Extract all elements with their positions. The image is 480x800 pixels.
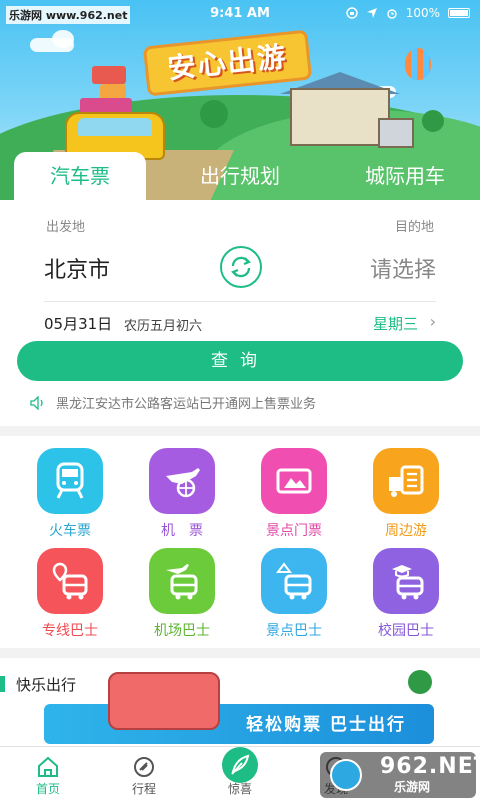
watermark-logo: 962.NET 乐游网	[320, 752, 480, 798]
lunar-date: 农历五月初六	[124, 319, 203, 334]
service-label: 景点巴士	[266, 623, 322, 639]
battery-icon	[448, 8, 470, 18]
tab-intercity-car[interactable]: 城际用车	[340, 152, 470, 200]
double-decker-bus-icon	[108, 672, 220, 730]
nav-label: 首页	[35, 782, 60, 796]
status-bar: 乐游网 www.962.net 9:41 AM 100%	[0, 0, 480, 28]
house-icon	[290, 88, 390, 146]
location-arrow-icon	[366, 8, 377, 18]
nav-home[interactable]: 首页	[0, 747, 96, 800]
status-indicators: 100%	[345, 6, 470, 20]
airport-bus-icon	[149, 548, 215, 614]
feather-icon	[222, 747, 258, 783]
nav-label: 行程	[131, 782, 156, 796]
services-grid: 火车票 机 票 景点门票 周边游 专线巴士 机场巴士 景点巴士 校园巴士	[0, 436, 480, 648]
service-nearby-tour[interactable]: 周边游	[356, 448, 456, 544]
happy-travel-section: 快乐出行 轻松购票 巴士出行	[0, 658, 480, 746]
lock-rotation-icon	[345, 7, 358, 19]
service-campus-bus[interactable]: 校园巴士	[356, 548, 456, 644]
train-icon	[37, 448, 103, 514]
tab-trip-planning[interactable]: 出行规划	[170, 152, 310, 200]
garage-icon	[378, 118, 414, 148]
tree-icon	[422, 110, 444, 132]
cloud	[52, 30, 74, 48]
plane-icon	[149, 448, 215, 514]
suitcase-icon	[373, 448, 439, 514]
tree-icon	[408, 670, 432, 694]
battery-percent: 100%	[405, 6, 440, 20]
campus-bus-icon	[373, 548, 439, 614]
destination-select[interactable]: 请选择	[370, 252, 436, 284]
chevron-right-icon: ›	[429, 312, 436, 331]
section-title: 快乐出行	[16, 676, 77, 694]
service-scenic-ticket[interactable]: 景点门票	[244, 448, 344, 544]
swap-cities-button[interactable]	[220, 246, 262, 288]
nav-label: 惊喜	[227, 782, 252, 796]
service-special-bus[interactable]: 专线巴士	[20, 548, 120, 644]
ticket-icon	[261, 448, 327, 514]
service-label: 机场巴士	[154, 623, 210, 639]
tab-bus-ticket[interactable]: 汽车票	[14, 152, 146, 200]
weekday: 星期三	[372, 315, 418, 333]
scenic-bus-icon	[261, 548, 327, 614]
luggage-icon	[92, 66, 126, 84]
service-label: 机 票	[161, 523, 203, 539]
tree-icon	[200, 100, 228, 128]
service-train-ticket[interactable]: 火车票	[20, 448, 120, 544]
notice-bar[interactable]: 黑龙江安达市公路客运站已开通网上售票业务	[30, 393, 316, 412]
notice-text: 黑龙江安达市公路客运站已开通网上售票业务	[56, 397, 317, 412]
destination-label: 目的地	[394, 220, 434, 235]
service-scenic-bus[interactable]: 景点巴士	[244, 548, 344, 644]
service-label: 专线巴士	[42, 623, 98, 639]
swap-icon	[231, 256, 251, 278]
watermark-text: 962.NET	[380, 754, 480, 779]
service-flight-ticket[interactable]: 机 票	[132, 448, 232, 544]
booking-card: 出发地 目的地 北京市 请选择 05月31日 农历五月初六 星期三 › 查询 黑…	[0, 200, 480, 426]
watermark-logo-icon	[330, 759, 362, 791]
service-label: 景点门票	[266, 523, 322, 539]
alarm-icon	[386, 9, 397, 19]
query-button[interactable]: 查询	[17, 341, 463, 381]
itinerary-icon	[134, 757, 154, 777]
promo-banner[interactable]: 轻松购票 巴士出行	[44, 704, 434, 744]
nav-itinerary[interactable]: 行程	[96, 747, 192, 800]
watermark-subtext: 乐游网	[394, 780, 431, 794]
date-picker-row[interactable]: 05月31日 农历五月初六 星期三 ›	[44, 302, 440, 342]
location-bus-icon	[37, 548, 103, 614]
departure-city[interactable]: 北京市	[44, 252, 110, 284]
section-marker	[0, 676, 5, 692]
departure-date: 05月31日	[44, 315, 113, 333]
promo-text: 轻松购票 巴士出行	[246, 715, 406, 735]
service-label: 火车票	[49, 523, 91, 539]
home-icon	[38, 756, 58, 777]
departure-label: 出发地	[46, 220, 86, 235]
tab-bar: 汽车票 出行规划 城际用车	[0, 152, 480, 200]
service-label: 校园巴士	[378, 623, 434, 639]
nav-surprise[interactable]: 惊喜	[192, 747, 288, 800]
service-label: 周边游	[385, 523, 427, 539]
car-window	[78, 118, 152, 136]
hot-air-balloon-icon	[405, 48, 431, 80]
service-airport-bus[interactable]: 机场巴士	[132, 548, 232, 644]
speaker-icon	[30, 395, 43, 410]
